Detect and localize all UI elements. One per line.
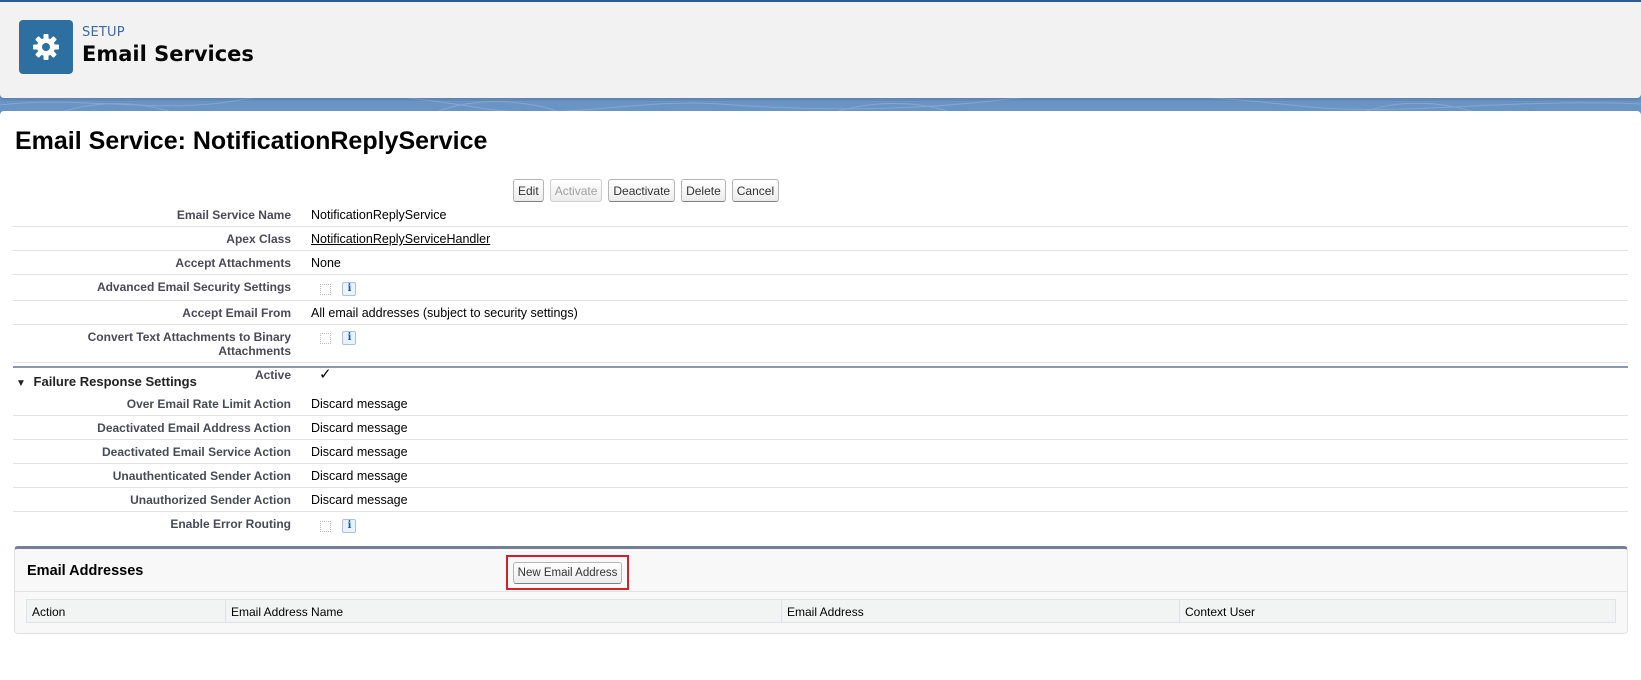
new-email-address-button[interactable]: New Email Address xyxy=(512,561,623,584)
column-header-email-address[interactable]: Email Address xyxy=(782,600,1180,622)
detail-row-accept-attachments: Accept Attachments None xyxy=(13,251,1628,275)
field-value: All email addresses (subject to security… xyxy=(311,305,578,320)
header-title: Email Services xyxy=(82,42,254,66)
page-title: Email Service: NotificationReplyService xyxy=(15,127,488,155)
detail-row-email-service-name: Email Service Name NotificationReplyServ… xyxy=(13,203,1628,227)
detail-toolbar: Edit Activate Deactivate Delete Cancel xyxy=(513,179,780,202)
field-label: Deactivated Email Service Action xyxy=(102,445,291,459)
field-value: NotificationReplyService xyxy=(311,208,447,222)
detail-row: Over Email Rate Limit Action Discard mes… xyxy=(13,392,1628,416)
gear-icon xyxy=(19,20,73,74)
field-label: Accept Email From xyxy=(182,305,291,320)
field-value: Discard message xyxy=(311,397,408,411)
detail-row-apex-class: Apex Class NotificationReplyServiceHandl… xyxy=(13,227,1628,251)
unchecked-checkbox-icon xyxy=(320,520,331,532)
field-label: Enable Error Routing xyxy=(170,517,291,531)
detail-row-convert-attachments: Convert Text Attachments to Binary Attac… xyxy=(13,325,1628,363)
activate-button[interactable]: Activate xyxy=(549,179,603,202)
column-header-email-address-name[interactable]: Email Address Name xyxy=(226,600,782,622)
field-label: Deactivated Email Address Action xyxy=(97,421,291,435)
detail-row: Unauthenticated Sender Action Discard me… xyxy=(13,464,1628,488)
field-label: Convert Text Attachments to Binary Attac… xyxy=(87,329,291,358)
field-label: Unauthenticated Sender Action xyxy=(112,469,291,483)
section-title: Failure Response Settings xyxy=(33,374,197,389)
field-label: Email Service Name xyxy=(176,208,291,222)
field-label: Unauthorized Sender Action xyxy=(130,493,291,507)
field-value: Discard message xyxy=(311,469,408,483)
email-addresses-related-list: Email Addresses New Email Address Action… xyxy=(14,546,1628,634)
deactivate-button[interactable]: Deactivate xyxy=(608,179,676,202)
field-label: Accept Attachments xyxy=(175,256,291,270)
failure-response-detail: Over Email Rate Limit Action Discard mes… xyxy=(13,392,1628,537)
related-list-title: Email Addresses xyxy=(27,563,144,579)
setup-header: SETUP Email Services xyxy=(0,0,1641,98)
field-label: Advanced Email Security Settings xyxy=(96,280,291,294)
detail-row: Deactivated Email Address Action Discard… xyxy=(13,416,1628,440)
detail-row-enable-error-routing: Enable Error Routing i xyxy=(13,512,1628,537)
main-content: Email Service: NotificationReplyService … xyxy=(0,111,1641,680)
cancel-button[interactable]: Cancel xyxy=(731,179,780,202)
email-addresses-table-header: Action Email Address Name Email Address … xyxy=(26,599,1616,623)
detail-row-accept-email-from: Accept Email From All email addresses (s… xyxy=(13,301,1628,325)
column-header-action[interactable]: Action xyxy=(27,600,226,622)
email-service-detail: Email Service Name NotificationReplyServ… xyxy=(13,203,1628,386)
field-label: Apex Class xyxy=(226,232,291,246)
detail-row-advanced-security: Advanced Email Security Settings i xyxy=(13,275,1628,301)
column-header-context-user[interactable]: Context User xyxy=(1180,600,1615,622)
info-icon[interactable]: i xyxy=(342,281,357,296)
detail-row: Unauthorized Sender Action Discard messa… xyxy=(13,488,1628,512)
delete-button[interactable]: Delete xyxy=(681,179,726,202)
edit-button[interactable]: Edit xyxy=(513,179,544,202)
unchecked-checkbox-icon xyxy=(320,333,331,345)
apex-class-link[interactable]: NotificationReplyServiceHandler xyxy=(311,232,490,246)
header-eyebrow: SETUP xyxy=(82,25,125,40)
info-icon[interactable]: i xyxy=(342,518,357,533)
divider xyxy=(15,591,1627,592)
field-value: Discard message xyxy=(311,421,408,435)
field-value: None xyxy=(311,256,341,270)
field-label: Over Email Rate Limit Action xyxy=(126,397,291,411)
info-icon[interactable]: i xyxy=(342,331,357,346)
field-value: Discard message xyxy=(311,493,408,507)
collapse-triangle-icon[interactable]: ▼ xyxy=(16,378,26,389)
highlight-box: New Email Address xyxy=(506,555,629,590)
detail-row: Deactivated Email Service Action Discard… xyxy=(13,440,1628,464)
unchecked-checkbox-icon xyxy=(320,283,331,295)
failure-response-section-header[interactable]: ▼ Failure Response Settings xyxy=(13,366,1628,389)
field-value: Discard message xyxy=(311,445,408,459)
